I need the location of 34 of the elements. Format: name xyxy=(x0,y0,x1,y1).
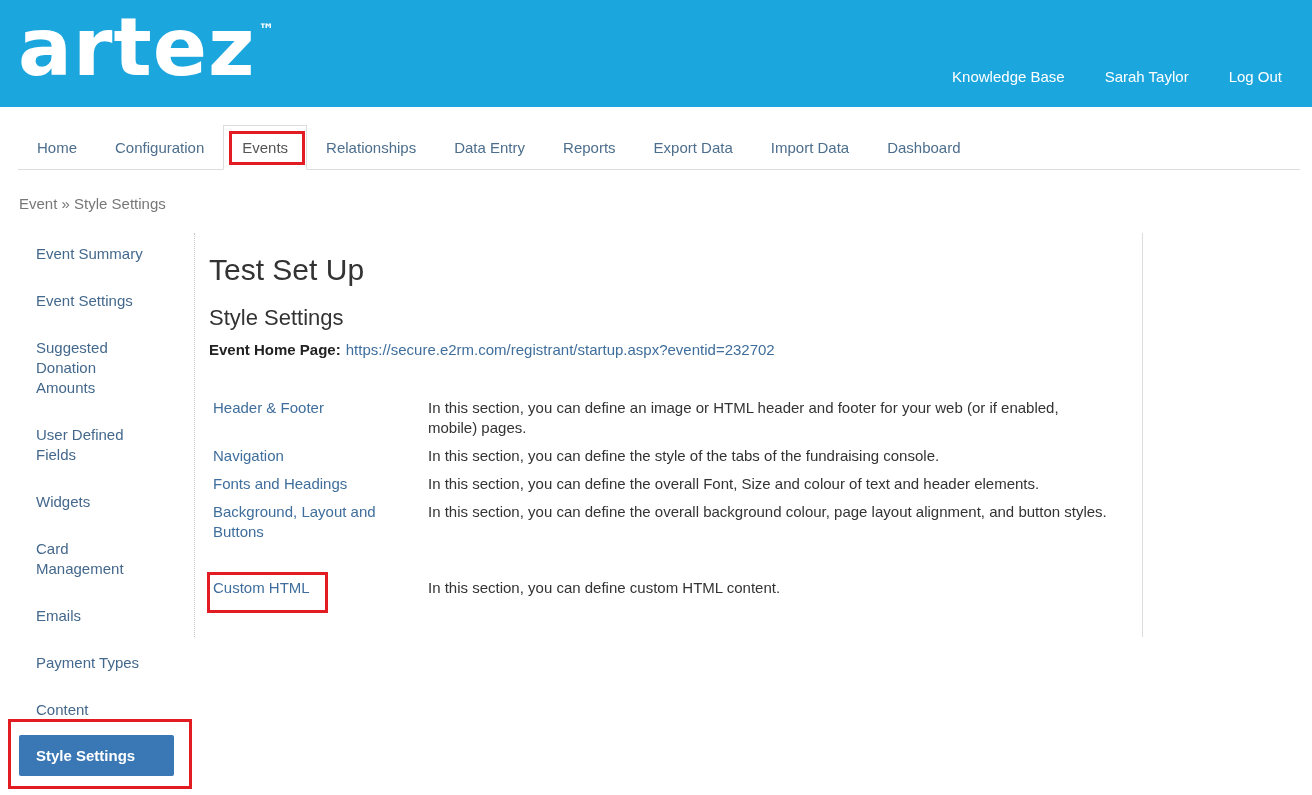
sidebar-item[interactable]: User Defined Fields xyxy=(36,424,151,465)
settings-link[interactable]: Fonts and Headings xyxy=(213,474,348,494)
nav-tab[interactable]: Dashboard xyxy=(868,125,980,170)
settings-description: In this section, you can define the overall Font, Size and colour of text and header elements. xyxy=(428,474,1041,494)
settings-link[interactable]: Custom HTML xyxy=(213,578,310,598)
sidebar-item[interactable]: Emails xyxy=(36,605,81,626)
section-title: Style Settings xyxy=(209,304,344,332)
settings-description: In this section, you can define custom HTML content. xyxy=(428,578,782,598)
sidebar-item[interactable]: Content xyxy=(36,699,89,720)
nav-tab[interactable]: Home xyxy=(18,125,96,170)
sidebar-item[interactable]: Card Management xyxy=(36,538,151,579)
sidebar-item[interactable]: Widgets xyxy=(36,491,91,512)
settings-link[interactable]: Navigation xyxy=(213,446,284,466)
nav-tab[interactable]: Export Data xyxy=(634,125,752,170)
nav-tab[interactable]: Configuration xyxy=(96,125,224,170)
sidebar-item[interactable]: Payment Types xyxy=(36,652,140,673)
nav-tab[interactable]: Data Entry xyxy=(435,125,545,170)
page-title: Test Set Up xyxy=(209,252,365,288)
settings-description: In this section, you can define the style of the tabs of the fundraising console. xyxy=(428,446,941,466)
sidebar-item[interactable]: Event Settings xyxy=(36,290,133,311)
home-page-link[interactable]: https://secure.e2rm.com/registrant/startup.aspx?eventid=232702 xyxy=(345,340,775,360)
nav-tab[interactable]: Reports xyxy=(544,125,635,170)
sidebar-item[interactable]: Event Summary xyxy=(36,243,143,264)
nav-tab[interactable]: Relationships xyxy=(307,125,436,170)
nav-tab[interactable]: Events xyxy=(223,125,308,170)
settings-link[interactable]: Background, Layout and Buttons xyxy=(213,502,408,542)
settings-link[interactable]: Header & Footer xyxy=(213,398,324,418)
sidebar-item[interactable]: Suggested Donation Amounts xyxy=(36,337,151,398)
settings-description: In this section, you can define an image or HTML header and footer for your web (or if enabled, mobile) pages. xyxy=(428,398,1060,438)
nav-tab[interactable]: Import Data xyxy=(751,125,869,170)
logo: artez$^{™}$ xyxy=(18,8,275,92)
home-page-label: Event Home Page: xyxy=(209,340,341,360)
settings-description: In this section, you can define the overall background colour, page layout alignment, and button styles. xyxy=(428,502,1108,522)
breadcrumb: Event » Style Settings xyxy=(19,194,166,214)
